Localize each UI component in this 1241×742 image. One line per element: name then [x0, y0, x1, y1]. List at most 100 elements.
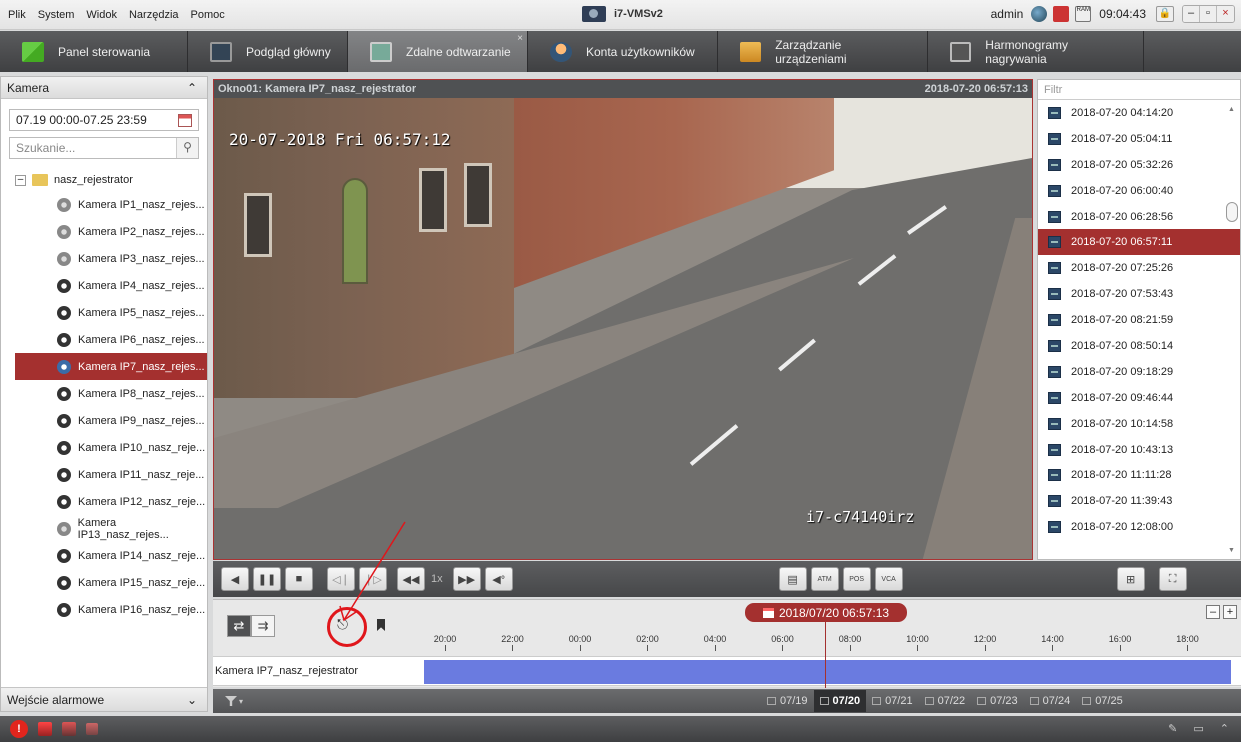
timeline-panel[interactable]: ⇄ ⇉ ⎋ 2018/07/20 06:57:13 – + 20:00 22:00…	[213, 599, 1241, 688]
tab-zdalne-odtwarzanie[interactable]: Zdalne odtwarzanie ×	[348, 31, 528, 72]
alarm-input-section[interactable]: Wejście alarmowe ⌄	[1, 687, 207, 711]
camera-item[interactable]: Kamera IP9_nasz_rejes...	[1, 407, 207, 434]
camera-item[interactable]: Kamera IP13_nasz_rejes...	[1, 515, 207, 542]
camera-item[interactable]: Kamera IP10_nasz_reje...	[1, 434, 207, 461]
recording-item[interactable]: 2018-07-20 09:18:29	[1038, 359, 1240, 385]
filter-icon[interactable]	[225, 696, 237, 706]
day-tab[interactable]: 07/24	[1024, 690, 1077, 712]
volume-button[interactable]: ◀ᐤ	[484, 567, 513, 591]
window-layout-icon[interactable]: ⊞	[1116, 567, 1145, 591]
camera-item[interactable]: Kamera IP4_nasz_rejes...	[1, 272, 207, 299]
camera-item[interactable]: Kamera IP7_nasz_rejes...	[15, 353, 207, 380]
menu-system[interactable]: System	[38, 9, 75, 21]
zoom-in-button[interactable]: +	[1223, 605, 1237, 619]
recording-item[interactable]: 2018-07-20 06:57:11	[1038, 229, 1240, 256]
scroll-down-icon[interactable]: ▼	[1228, 547, 1235, 554]
timeline-mode-multi-icon[interactable]: ⇉	[251, 615, 275, 637]
export-file-icon[interactable]: ▤	[778, 567, 807, 591]
camera-item[interactable]: Kamera IP8_nasz_rejes...	[1, 380, 207, 407]
zoom-out-button[interactable]: –	[1206, 605, 1220, 619]
recording-item[interactable]: 2018-07-20 06:00:40	[1038, 178, 1240, 204]
camera-panel-header[interactable]: Kamera ⌃	[1, 77, 207, 99]
timeline-track[interactable]: Kamera IP7_nasz_rejestrator	[213, 656, 1241, 686]
day-tab[interactable]: 07/21	[866, 690, 919, 712]
date-range-picker[interactable]: 07.19 00:00-07.25 23:59	[9, 109, 199, 131]
day-tab[interactable]: 07/22	[919, 690, 972, 712]
day-tab[interactable]: 07/25	[1076, 690, 1129, 712]
dropdown-arrow-icon[interactable]: ▾	[239, 697, 243, 706]
camera-item[interactable]: Kamera IP5_nasz_rejes...	[1, 299, 207, 326]
recording-item[interactable]: 2018-07-20 05:04:11	[1038, 126, 1240, 152]
minimize-button[interactable]: –	[1183, 6, 1200, 22]
camera-item[interactable]: Kamera IP15_nasz_reje...	[1, 569, 207, 596]
day-tab[interactable]: 07/20	[813, 690, 867, 712]
recording-item[interactable]: 2018-07-20 12:08:00	[1038, 514, 1240, 540]
expand-up-icon[interactable]: ⌃	[1220, 722, 1229, 735]
camera-item[interactable]: Kamera IP1_nasz_rejes...	[1, 191, 207, 218]
camera-item[interactable]: Kamera IP11_nasz_reje...	[1, 461, 207, 488]
lock-icon[interactable]: 🔒	[1156, 6, 1174, 22]
alarm-record-icon[interactable]	[38, 722, 52, 736]
atm-button[interactable]: ATM	[810, 567, 839, 591]
recording-scrollbar[interactable]: ▲ ▼	[1225, 102, 1239, 558]
expand-icon[interactable]: ⌄	[187, 693, 197, 707]
pin-icon[interactable]: ✎	[1168, 722, 1177, 735]
recording-item[interactable]: 2018-07-20 08:50:14	[1038, 333, 1240, 359]
slow-button[interactable]: ◀◀	[397, 567, 425, 591]
timeline-cursor[interactable]	[825, 620, 826, 688]
timeline-mode-single-icon[interactable]: ⇄	[227, 615, 251, 637]
close-button[interactable]: ×	[1217, 6, 1234, 22]
scroll-thumb[interactable]	[1226, 202, 1238, 222]
tree-root-node[interactable]: – nasz_rejestrator	[1, 169, 207, 191]
tab-konta-uzytkownikow[interactable]: Konta użytkowników	[528, 31, 718, 72]
recording-item[interactable]: 2018-07-20 05:32:26	[1038, 152, 1240, 178]
fullscreen-icon[interactable]: ⛶	[1158, 567, 1187, 591]
clip-export-icon[interactable]: ⎋	[337, 616, 348, 633]
tab-panel-sterowania[interactable]: Panel sterowania	[0, 31, 188, 72]
recording-item[interactable]: 2018-07-20 09:46:44	[1038, 385, 1240, 411]
filter-input[interactable]: Filtr	[1038, 80, 1240, 100]
step-back-button[interactable]: ◁❘	[327, 567, 355, 591]
camera-item[interactable]: Kamera IP3_nasz_rejes...	[1, 245, 207, 272]
vca-button[interactable]: VCA	[874, 567, 903, 591]
recording-item[interactable]: 2018-07-20 06:28:56	[1038, 204, 1240, 230]
search-icon[interactable]: ⚲	[176, 138, 198, 158]
pause-button[interactable]: ❚❚	[253, 567, 281, 591]
recording-item[interactable]: 2018-07-20 10:43:13	[1038, 437, 1240, 463]
playback-window[interactable]: Okno01: Kamera IP7_nasz_rejestrator 2018…	[213, 79, 1033, 560]
bookmark-icon[interactable]	[377, 619, 385, 631]
camera-search[interactable]: Szukanie... ⚲	[9, 137, 199, 159]
day-tab[interactable]: 07/19	[761, 690, 814, 712]
collapse-node-icon[interactable]: –	[15, 174, 26, 186]
reverse-play-button[interactable]: ◀	[221, 567, 249, 591]
video-frame[interactable]: 20-07-2018 Fri 06:57:12 i7-c74140irz	[214, 98, 1032, 559]
camera-item[interactable]: Kamera IP2_nasz_rejes...	[1, 218, 207, 245]
alarm-warning-icon[interactable]: !	[10, 720, 28, 738]
recording-item[interactable]: 2018-07-20 10:14:58	[1038, 411, 1240, 437]
tab-zarzadzanie-urzadzeniami[interactable]: Zarządzanie urządzeniami	[718, 31, 928, 72]
recording-item[interactable]: 2018-07-20 04:14:20	[1038, 100, 1240, 126]
menu-plik[interactable]: Plik	[8, 9, 26, 21]
pos-button[interactable]: POS	[842, 567, 871, 591]
fast-button[interactable]: ▶▶	[452, 567, 481, 591]
collapse-icon[interactable]: ⌃	[187, 81, 197, 95]
stop-button[interactable]: ■	[285, 567, 313, 591]
recording-segment[interactable]	[424, 660, 1231, 684]
camera-item[interactable]: Kamera IP16_nasz_reje...	[1, 596, 207, 623]
close-tab-icon[interactable]: ×	[517, 33, 523, 44]
menu-pomoc[interactable]: Pomoc	[191, 9, 225, 21]
menu-narzedzia[interactable]: Narzędzia	[129, 9, 179, 21]
window-icon[interactable]: ▭	[1193, 722, 1203, 735]
tab-harmonogramy-nagrywania[interactable]: Harmonogramy nagrywania	[928, 31, 1144, 72]
alarm-audio-icon[interactable]	[86, 723, 98, 735]
recording-item[interactable]: 2018-07-20 07:25:26	[1038, 255, 1240, 281]
step-forward-button[interactable]: ❘▷	[359, 567, 387, 591]
camera-item[interactable]: Kamera IP14_nasz_reje...	[1, 542, 207, 569]
current-user[interactable]: admin	[991, 7, 1024, 21]
menu-widok[interactable]: Widok	[86, 9, 117, 21]
scroll-up-icon[interactable]: ▲	[1228, 106, 1235, 113]
camera-item[interactable]: Kamera IP6_nasz_rejes...	[1, 326, 207, 353]
calendar-icon[interactable]	[178, 113, 192, 127]
tab-podglad-glowny[interactable]: Podgląd główny	[188, 31, 348, 72]
day-tab[interactable]: 07/23	[971, 690, 1024, 712]
